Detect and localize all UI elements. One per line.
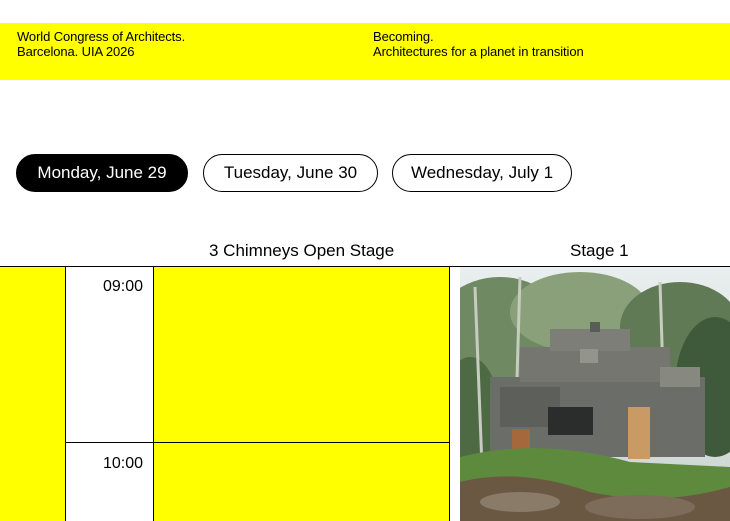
day-tab-tuesday[interactable]: Tuesday, June 30: [203, 154, 378, 192]
stage-header-stage-1: Stage 1: [570, 241, 629, 260]
schedule-slot-1000[interactable]: [154, 443, 450, 521]
time-label: 10:00: [102, 455, 143, 472]
congress-theme: Becoming. Architectures for a planet in …: [373, 29, 584, 59]
day-tab-wednesday[interactable]: Wednesday, July 1: [392, 154, 572, 192]
congress-title: World Congress of Architects. Barcelona.…: [17, 29, 185, 59]
time-divider: [66, 442, 450, 443]
congress-name: World Congress of Architects.: [17, 29, 186, 44]
day-tab-monday[interactable]: Monday, June 29: [16, 154, 188, 192]
congress-location: Barcelona. UIA 2026: [17, 44, 135, 59]
time-column: 09:00 10:00: [66, 267, 154, 521]
time-label: 09:00: [102, 278, 143, 295]
schedule-slot-0900[interactable]: [154, 267, 450, 442]
theme-subtitle: Architectures for a planet in transition: [373, 44, 584, 59]
track-label: man: [0, 267, 66, 521]
theme-title: Becoming.: [373, 29, 434, 44]
header-banner: World Congress of Architects. Barcelona.…: [0, 23, 730, 80]
stage-header-3-chimneys: 3 Chimneys Open Stage: [209, 241, 395, 260]
stage-1-event-image[interactable]: [460, 267, 730, 521]
